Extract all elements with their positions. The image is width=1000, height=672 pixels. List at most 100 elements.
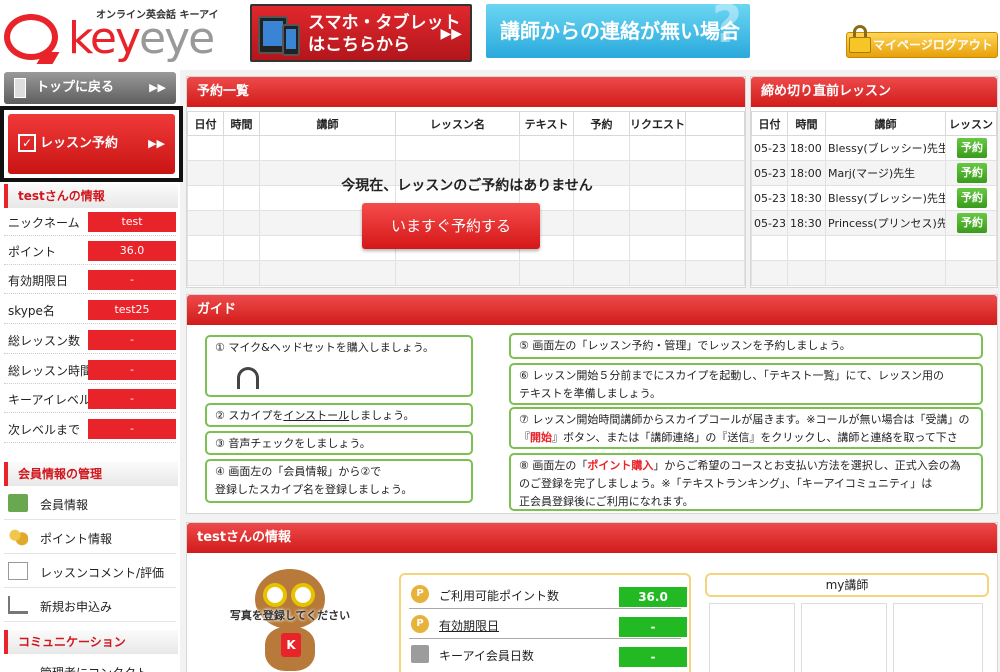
user-info-next-level: 次レベルまで - [4,415,176,443]
col-date: 日付 [751,111,788,136]
info-value: - [88,389,176,409]
user-status-panel: testさんの情報 K 写真を登録してください P ご利用可能ポイント数 36.… [186,522,998,672]
member-days-label: キーアイ会員日数 [439,649,534,663]
reservation-list-panel: 予約一覧 日付 時間 講師 レッスン名 テキスト 予約 リクエスト 今現在、レッ… [186,76,746,288]
user-info-points: ポイント 36.0 [4,237,176,265]
col-time: 時間 [787,111,826,136]
user-status-title: testさんの情報 [187,523,997,553]
user-info-expiry: 有効期限日 - [4,266,176,294]
available-points-value: 36.0 [619,587,687,607]
info-label: 総レッスン時間 [8,364,93,378]
table-header-row: 日付 時間 講師 レッスン名 テキスト 予約 リクエスト [187,111,745,136]
cell-time: 18:00 [787,135,826,161]
menu-label: レッスンコメント/評価 [40,566,165,580]
teacher-slot[interactable] [893,603,983,672]
guide-panel: ガイド ① マイク&ヘッドセットを購入しましょう。 ② スカイプをインストールし… [186,294,998,514]
user-info-total-time: 総レッスン時間 - [4,356,176,384]
cell-time: 18:30 [787,185,826,211]
cell-date: 05-23 [751,135,788,161]
point-coin-icon: P [411,585,429,603]
lock-icon [849,25,871,55]
member-days-value: - [619,647,687,667]
table-header-row: 日付 時間 講師 レッスン [751,111,997,136]
info-value: - [88,270,176,290]
info-value: - [88,360,176,380]
user-info-heading: testさんの情報 [4,184,178,208]
menu-new-application[interactable]: 新規お申込み [4,588,176,622]
deadline-lessons-panel: 締め切り直前レッスン 日付 時間 講師 レッスン 05-23 18:00 Ble… [750,76,998,288]
member-management-heading: 会員情報の管理 [4,462,178,486]
guide-step-1: ① マイク&ヘッドセットを購入しましょう。 [205,335,473,397]
table-row: 05-23 18:30 Princess(プリンセス)先 予約 [751,210,997,236]
headset-icon [237,367,259,389]
info-label: ポイント [8,245,57,259]
reserve-now-button[interactable]: いますぐ予約する [362,203,540,249]
guide-start-highlight: 開始 [530,431,552,444]
menu-lesson-comment[interactable]: レッスンコメント/評価 [4,554,176,588]
guide-step-7: ⑦ レッスン開始時間講師からスカイプコールが届きます。※コールが無い場合は「受講… [509,407,983,449]
menu-point-info[interactable]: ポイント情報 [4,520,176,554]
guide-step-8: ⑧ 画面左の「ポイント購入」からご希望のコースとお支払い方法を選択し、正式入会の… [509,453,983,511]
teacher-slot[interactable] [709,603,795,672]
menu-label: 管理者にコンタクト [40,664,148,672]
back-to-top-button[interactable]: トップに戻る ▶▶ [4,72,176,104]
teacher-slot[interactable] [801,603,887,672]
table-row [187,135,745,161]
guide-point-purchase-highlight: ポイント購入 [587,459,654,472]
info-label: 有効期限日 [8,274,69,288]
mobile-banner[interactable]: スマホ・タブレット はこちらから ▶▶ [250,4,472,62]
monkey-mascot-avatar[interactable]: K 写真を登録してください [225,569,355,672]
communication-heading: コミュニケーション [4,630,178,654]
expiry-link[interactable]: 有効期限日 [439,617,499,634]
col-reserve: 予約 [573,111,630,136]
points-box: P ご利用可能ポイント数 36.0 P 有効期限日 - キーアイ会員日数 - [399,573,691,672]
info-label: ニックネーム [8,216,80,230]
menu-label: 新規お申込み [40,600,113,614]
teacher-no-contact-banner[interactable]: 講師からの連絡が無い場合 ? [486,4,750,58]
lesson-reservation-button[interactable]: ✓ レッスン予約 ▶▶ [8,114,175,174]
menu-label: 会員情報 [40,498,89,512]
user-info-skype: skype名 test25 [4,296,176,324]
mobile-banner-text: スマホ・タブレット はこちらから [308,12,461,56]
guide-step-7-text-b: 』ボタン、または「講師連絡」の『送信』をクリックし、講師と連絡を取って下さい。 [552,431,958,444]
cell-date: 05-23 [751,160,788,186]
no-reservation-message: 今現在、レッスンのご予約はありません [341,178,593,194]
double-chevron-icon: ▶▶ [440,26,462,42]
available-points-label: ご利用可能ポイント数 [439,589,560,603]
member-days-row: キーアイ会員日数 - [409,641,687,669]
reserve-button[interactable]: 予約 [957,213,987,233]
table-row [751,235,997,261]
guide-step-4-line2: 登録したスカイプ名を登録しましょう。 [215,483,413,496]
info-label: キーアイレベル [8,393,91,407]
reservation-table: 日付 時間 講師 レッスン名 テキスト 予約 リクエスト [187,111,745,286]
mypage-logout-button[interactable]: マイページログアウト [846,25,998,58]
user-info-nickname: ニックネーム test [4,208,176,236]
table-row: 05-23 18:00 Marj(マージ)先生 予約 [751,160,997,186]
table-row: 05-23 18:00 Blessy(ブレッシー)先生 予約 [751,135,997,161]
teacher-no-contact-text: 講師からの連絡が無い場合 [500,19,740,43]
reserve-button[interactable]: 予約 [957,138,987,158]
user-info-level: キーアイレベル - [4,385,176,413]
col-lesson: レッスン [945,111,997,136]
info-value: - [88,330,176,350]
available-points-row: P ご利用可能ポイント数 36.0 [409,581,687,609]
cell-date: 05-23 [751,210,788,236]
menu-label: ポイント情報 [40,532,113,546]
guide-step-7-line1: ⑦ レッスン開始時間講師からスカイプコールが届きます。※コールが無い場合は「受講… [519,413,970,426]
menu-contact-admin[interactable]: 管理者にコンタクト [4,656,176,672]
keyeye-logo[interactable]: オンライン英会話 キーアイ keyeye [4,4,234,64]
reserve-button[interactable]: 予約 [957,163,987,183]
lesson-reservation-highlight: ✓ レッスン予約 ▶▶ [0,106,183,182]
col-lesson-name: レッスン名 [395,111,520,136]
install-skype-link[interactable]: インストール [283,409,349,422]
col-extra [685,111,745,136]
logo-word-left: key [68,13,141,64]
col-text: テキスト [519,111,574,136]
tablet-phone-icon [258,12,302,56]
menu-member-info[interactable]: 会員情報 [4,486,176,520]
deadline-table: 日付 時間 講師 レッスン 05-23 18:00 Blessy(ブレッシー)先… [751,111,997,286]
reserve-button[interactable]: 予約 [957,188,987,208]
double-chevron-icon: ▶▶ [149,81,166,94]
guide-step-6: ⑥ レッスン開始５分前までにスカイプを起動し、「テキスト一覧」にて、レッスン用の… [509,363,983,405]
cell-teacher: Blessy(ブレッシー)先生 [825,185,946,211]
